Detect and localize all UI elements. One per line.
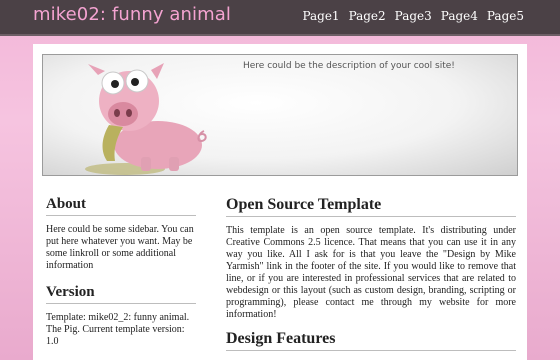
site-description: Here could be the description of your co… <box>243 61 455 71</box>
nav-link-page2[interactable]: Page2 <box>349 9 386 23</box>
main-content: Open Source Template This template is an… <box>226 196 516 359</box>
main-nav: Page1 Page2 Page3 Page4 Page5 <box>302 9 524 23</box>
version-heading: Version <box>46 284 196 304</box>
open-source-text: This template is an open source template… <box>226 225 516 320</box>
header-banner: Here could be the description of your co… <box>42 54 518 176</box>
header-bar: mike02: funny animal Page1 Page2 Page3 P… <box>0 0 560 36</box>
about-text: Here could be some sidebar. You can put … <box>46 224 194 271</box>
about-heading: About <box>46 196 196 216</box>
content-page: Here could be the description of your co… <box>33 44 527 360</box>
nav-link-page3[interactable]: Page3 <box>395 9 432 23</box>
nav-link-page4[interactable]: Page4 <box>441 9 478 23</box>
version-text: Template: mike02_2: funny animal. The Pi… <box>46 312 190 347</box>
sidebar: About Here could be some sidebar. You ca… <box>46 196 196 348</box>
nav-link-page1[interactable]: Page1 <box>302 9 339 23</box>
open-source-heading: Open Source Template <box>226 196 516 217</box>
design-features-heading: Design Features <box>226 330 516 351</box>
nav-link-page5[interactable]: Page5 <box>487 9 524 23</box>
site-title[interactable]: mike02: funny animal <box>33 4 231 25</box>
pig-mascot-image <box>85 63 207 175</box>
